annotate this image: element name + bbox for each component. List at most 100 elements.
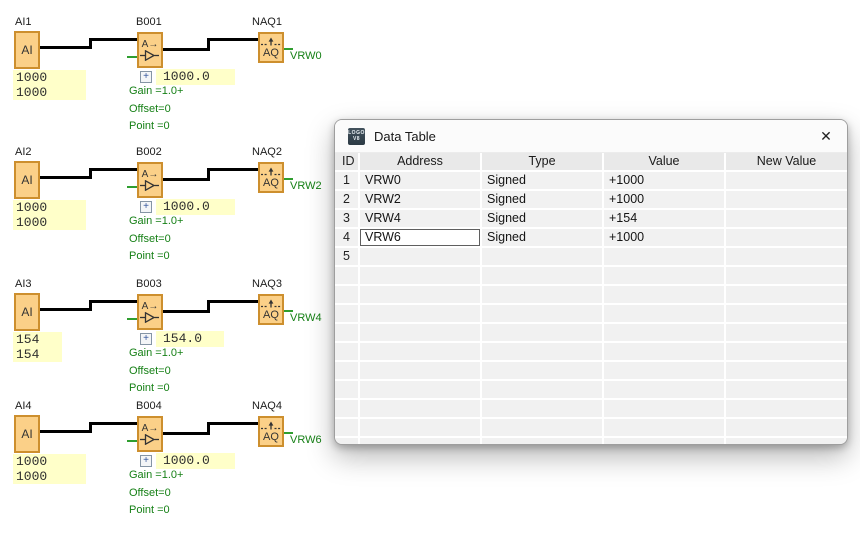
cell-type[interactable] — [482, 305, 604, 324]
cell-new-value[interactable] — [726, 210, 847, 229]
cell-address[interactable] — [360, 419, 482, 438]
cell-id — [335, 305, 360, 324]
cell-value[interactable] — [604, 362, 726, 381]
cell-address[interactable] — [360, 305, 482, 324]
cell-value[interactable] — [604, 267, 726, 286]
cell-type[interactable] — [482, 343, 604, 362]
cell-new-value[interactable] — [726, 248, 847, 267]
network-analog-output-block[interactable]: AQ — [258, 294, 284, 325]
cell-value[interactable]: +154 — [604, 210, 726, 229]
cell-address[interactable]: VRW6 — [360, 229, 482, 248]
address-edit-input[interactable] — [360, 324, 480, 341]
fbd-row: AI2 B002 NAQ2 AI A→ — [0, 130, 340, 270]
cell-value[interactable]: +1000 — [604, 172, 726, 191]
cell-address[interactable] — [360, 362, 482, 381]
cell-address[interactable] — [360, 267, 482, 286]
cell-type[interactable] — [482, 419, 604, 438]
cell-type[interactable] — [482, 438, 604, 444]
cell-value[interactable] — [604, 400, 726, 419]
address-edit-input[interactable] — [360, 248, 480, 265]
cell-address[interactable] — [360, 343, 482, 362]
analog-amplifier-block[interactable]: A→ — [137, 416, 163, 452]
cell-address[interactable]: VRW0 — [360, 172, 482, 191]
address-edit-input[interactable] — [360, 381, 480, 398]
cell-new-value[interactable] — [726, 286, 847, 305]
parameter-expand-button[interactable]: + — [140, 201, 152, 213]
cell-new-value[interactable] — [726, 419, 847, 438]
address-edit-input[interactable] — [360, 438, 480, 444]
address-edit-input[interactable] — [360, 286, 480, 303]
cell-new-value[interactable] — [726, 438, 847, 444]
cell-value[interactable] — [604, 324, 726, 343]
cell-type[interactable] — [482, 324, 604, 343]
cell-value[interactable] — [604, 286, 726, 305]
network-analog-output-block[interactable]: AQ — [258, 32, 284, 63]
cell-new-value[interactable] — [726, 305, 847, 324]
address-edit-input[interactable]: VRW0 — [360, 172, 480, 189]
cell-type[interactable] — [482, 248, 604, 267]
cell-type[interactable]: Signed — [482, 229, 604, 248]
address-edit-input[interactable] — [360, 267, 480, 284]
cell-address[interactable]: VRW4 — [360, 210, 482, 229]
address-edit-input[interactable] — [360, 400, 480, 417]
cell-address[interactable] — [360, 438, 482, 444]
cell-value[interactable] — [604, 248, 726, 267]
cell-value[interactable] — [604, 419, 726, 438]
cell-address[interactable] — [360, 248, 482, 267]
cell-type[interactable] — [482, 267, 604, 286]
analog-input-block[interactable]: AI — [14, 415, 40, 453]
cell-new-value[interactable] — [726, 229, 847, 248]
address-edit-input[interactable]: VRW4 — [360, 210, 480, 227]
cell-new-value[interactable] — [726, 362, 847, 381]
cell-value[interactable] — [604, 438, 726, 444]
cell-address[interactable] — [360, 400, 482, 419]
cell-type[interactable]: Signed — [482, 191, 604, 210]
ai-value-line: 154 — [16, 347, 62, 362]
analog-input-block[interactable]: AI — [14, 31, 40, 69]
cell-new-value[interactable] — [726, 267, 847, 286]
cell-type[interactable] — [482, 381, 604, 400]
address-edit-input[interactable]: VRW2 — [360, 191, 480, 208]
address-edit-input[interactable] — [360, 419, 480, 436]
network-analog-output-block[interactable]: AQ — [258, 416, 284, 447]
cell-new-value[interactable] — [726, 191, 847, 210]
network-analog-output-block[interactable]: AQ — [258, 162, 284, 193]
table-row — [335, 324, 847, 343]
close-button[interactable]: ✕ — [809, 122, 843, 150]
cell-type[interactable]: Signed — [482, 172, 604, 191]
cell-new-value[interactable] — [726, 381, 847, 400]
analog-amplifier-block[interactable]: A→ — [137, 32, 163, 68]
parameter-expand-button[interactable]: + — [140, 71, 152, 83]
analog-amplifier-block[interactable]: A→ — [137, 294, 163, 330]
parameter-expand-button[interactable]: + — [140, 455, 152, 467]
cell-address[interactable]: VRW2 — [360, 191, 482, 210]
address-edit-input[interactable] — [360, 362, 480, 379]
analog-input-block[interactable]: AI — [14, 161, 40, 199]
cell-new-value[interactable] — [726, 343, 847, 362]
address-edit-input[interactable]: VRW6 — [360, 229, 480, 246]
cell-address[interactable] — [360, 381, 482, 400]
amp-input-stub — [127, 186, 137, 188]
cell-type[interactable] — [482, 286, 604, 305]
analog-amplifier-block[interactable]: A→ — [137, 162, 163, 198]
address-edit-input[interactable] — [360, 343, 480, 360]
amp-block-text: A→ — [142, 423, 159, 434]
cell-address[interactable] — [360, 286, 482, 305]
cell-type[interactable] — [482, 362, 604, 381]
cell-value[interactable]: +1000 — [604, 191, 726, 210]
wire-amp-output — [162, 48, 210, 51]
cell-address[interactable] — [360, 324, 482, 343]
cell-value[interactable] — [604, 343, 726, 362]
analog-input-block[interactable]: AI — [14, 293, 40, 331]
cell-value[interactable] — [604, 305, 726, 324]
cell-type[interactable]: Signed — [482, 210, 604, 229]
cell-value[interactable]: +1000 — [604, 229, 726, 248]
dialog-titlebar[interactable]: LOGO V8 Data Table ✕ — [335, 120, 847, 153]
parameter-expand-button[interactable]: + — [140, 333, 152, 345]
cell-value[interactable] — [604, 381, 726, 400]
address-edit-input[interactable] — [360, 305, 480, 322]
cell-new-value[interactable] — [726, 400, 847, 419]
cell-new-value[interactable] — [726, 172, 847, 191]
cell-new-value[interactable] — [726, 324, 847, 343]
cell-type[interactable] — [482, 400, 604, 419]
